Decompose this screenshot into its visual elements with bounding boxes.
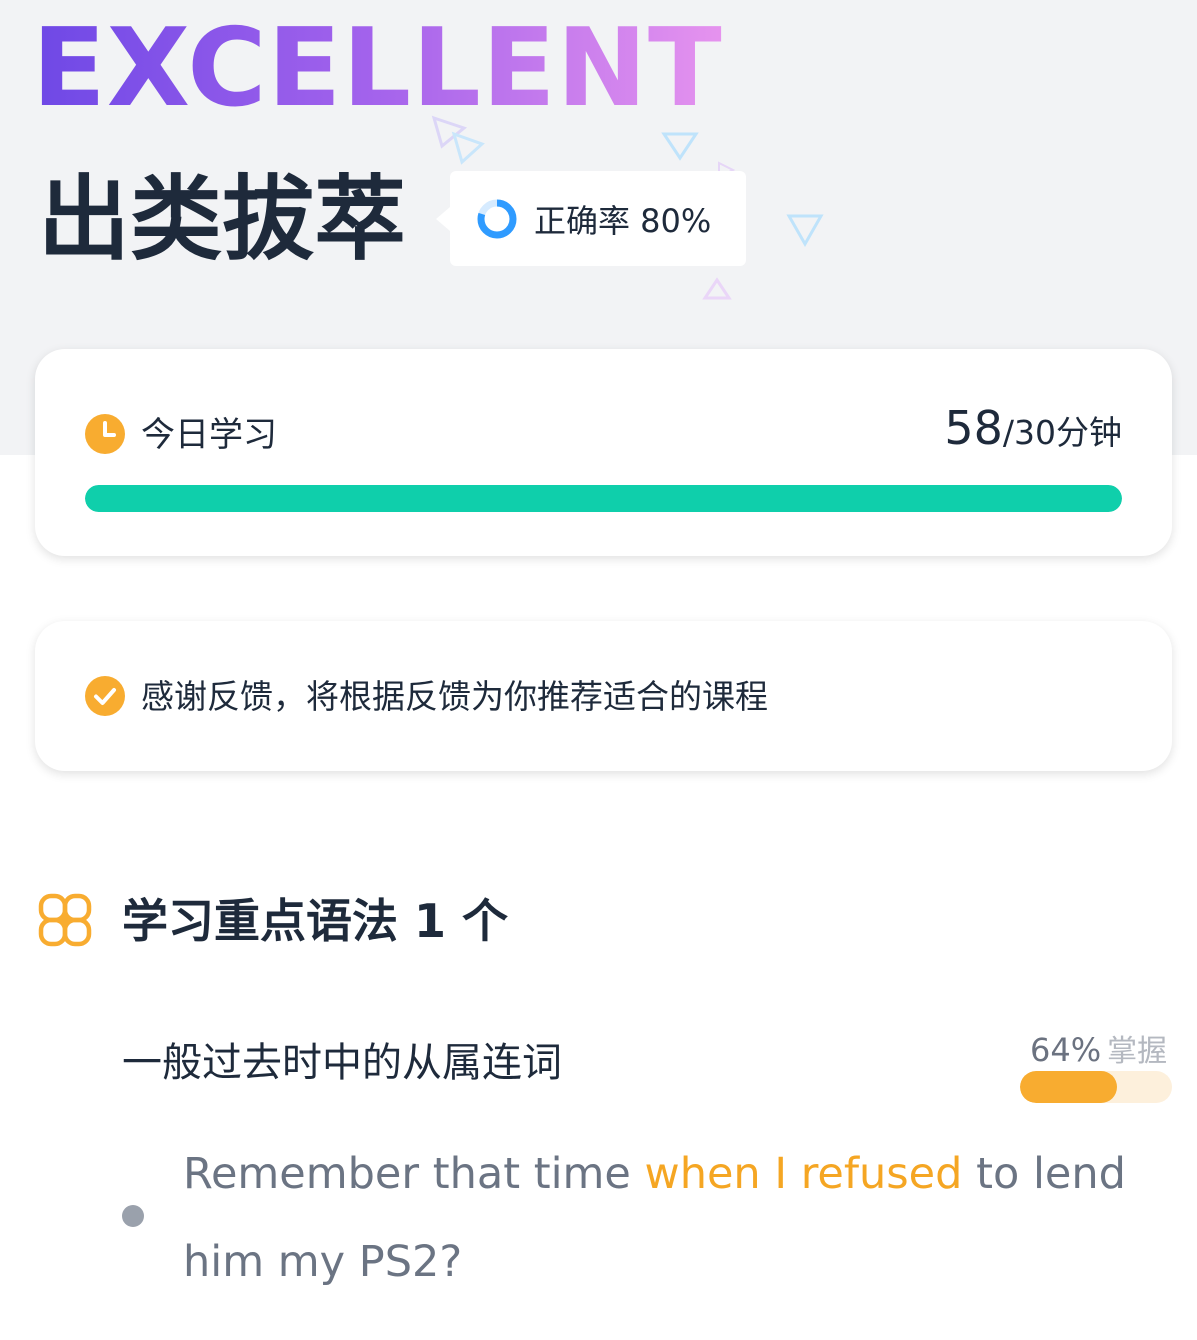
feedback-card: 感谢反馈，将根据反馈为你推荐适合的课程 xyxy=(35,621,1172,771)
example-text-before: Remember that time xyxy=(183,1149,645,1199)
study-minutes-done: 58 xyxy=(944,401,1003,455)
study-minutes-value: 58/30分钟 xyxy=(944,401,1122,466)
accuracy-ring-icon xyxy=(477,199,517,238)
grammar-icon xyxy=(38,893,92,947)
today-study-label: 今日学习 xyxy=(141,415,277,455)
accuracy-badge: 正确率 80% xyxy=(436,171,746,266)
study-minutes-goal: /30分钟 xyxy=(1002,413,1122,452)
triangle-decoration-icon xyxy=(431,115,485,165)
today-study-card: 今日学习 58/30分钟 xyxy=(35,349,1172,556)
mastery-progress-fill xyxy=(1020,1071,1118,1103)
check-circle-icon xyxy=(85,676,125,716)
triangle-decoration-icon xyxy=(702,277,732,300)
mastery-percent: 64% xyxy=(1030,1031,1102,1069)
example-highlight: when I refused xyxy=(644,1149,963,1199)
accuracy-label: 正确率 80% xyxy=(534,201,712,240)
mastery-progress-bar xyxy=(1020,1071,1172,1103)
study-progress-bar xyxy=(85,485,1122,512)
mastery-label: 64% 掌握 xyxy=(1030,1030,1167,1076)
triangle-decoration-icon xyxy=(661,132,699,161)
triangle-decoration-icon xyxy=(786,214,824,248)
hero-title: 出类拔萃 xyxy=(38,166,407,273)
grammar-item-title[interactable]: 一般过去时中的从属连词 xyxy=(122,1038,562,1088)
example-bullet xyxy=(122,1205,144,1227)
clock-icon xyxy=(85,414,125,454)
study-progress-fill xyxy=(85,485,1122,512)
example-sentence[interactable]: Remember that time when I refused to len… xyxy=(183,1130,1143,1306)
excellent-banner: EXCELLENT xyxy=(32,6,723,131)
grammar-section-title: 学习重点语法 1 个 xyxy=(122,894,509,948)
feedback-message: 感谢反馈，将根据反馈为你推荐适合的课程 xyxy=(141,677,768,716)
mastery-word: 掌握 xyxy=(1107,1034,1168,1069)
